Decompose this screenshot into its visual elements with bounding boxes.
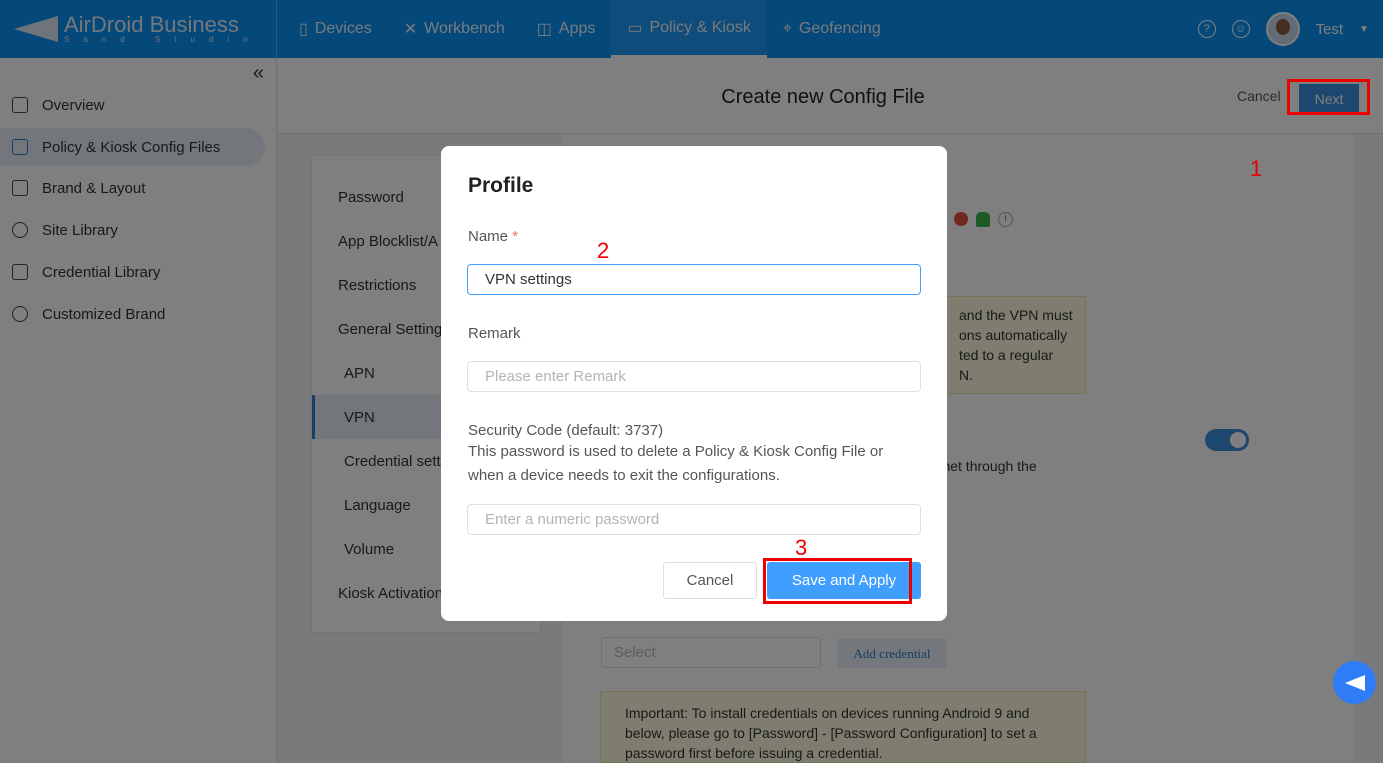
annotation-number: 1	[1250, 156, 1263, 181]
remark-label: Remark	[468, 325, 521, 342]
remark-input[interactable]	[467, 361, 921, 392]
security-code-input[interactable]	[467, 504, 921, 535]
security-code-description: This password is used to delete a Policy…	[468, 443, 884, 484]
name-label: Name *	[468, 228, 518, 245]
profile-dialog: Profile Name * Remark Security Code (def…	[441, 146, 947, 621]
save-and-apply-button[interactable]: Save and Apply	[767, 562, 921, 599]
dialog-title: Profile	[468, 174, 534, 197]
annotation-number: 3	[795, 535, 808, 560]
security-code-label: Security Code (default: 3737)	[468, 422, 664, 439]
required-asterisk: *	[512, 228, 519, 245]
cancel-button[interactable]: Cancel	[663, 562, 757, 599]
paper-plane-fab-icon[interactable]	[1333, 661, 1376, 704]
annotation-number: 2	[597, 238, 610, 263]
name-input[interactable]	[467, 264, 921, 295]
name-label-text: Name	[468, 228, 509, 245]
